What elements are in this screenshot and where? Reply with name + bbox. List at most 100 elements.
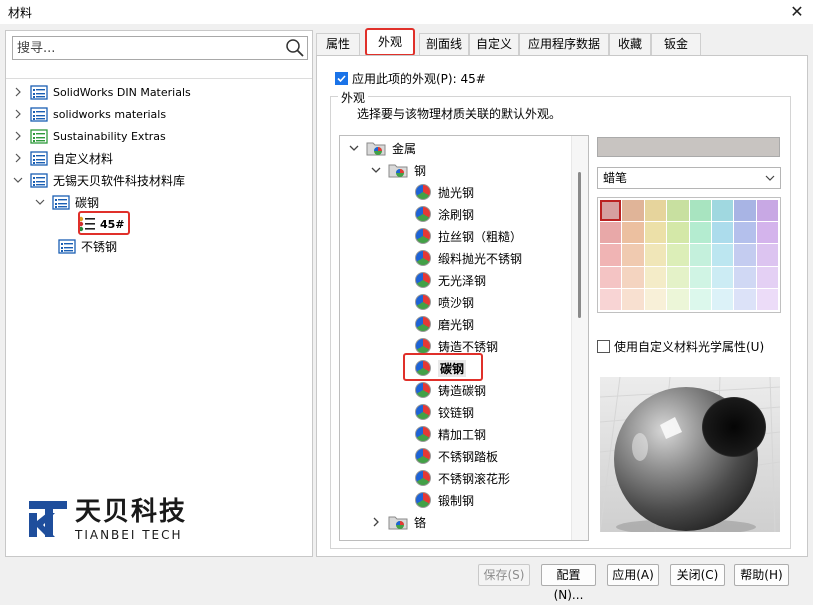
tab-crosshatch[interactable]: 剖面线 xyxy=(419,33,469,55)
tree-item-carbon-steel[interactable]: 碳钢 xyxy=(12,191,308,213)
chevron-down-icon[interactable] xyxy=(12,174,24,186)
color-swatch[interactable] xyxy=(689,244,711,266)
appearance-item[interactable]: 不锈钢踏板 xyxy=(415,445,498,467)
color-swatch[interactable] xyxy=(622,222,644,244)
color-swatch[interactable] xyxy=(622,200,644,222)
color-swatch[interactable] xyxy=(756,244,778,266)
color-swatch[interactable] xyxy=(622,244,644,266)
color-swatch[interactable] xyxy=(756,222,778,244)
color-swatch[interactable] xyxy=(711,244,734,266)
color-swatch[interactable] xyxy=(711,222,734,244)
appearance-item[interactable]: 缎料抛光不锈钢 xyxy=(415,247,522,269)
color-swatch[interactable] xyxy=(667,222,689,244)
appearance-item[interactable]: 铸造不锈钢 xyxy=(415,335,498,357)
color-swatch[interactable] xyxy=(734,244,756,266)
tab-custom[interactable]: 自定义 xyxy=(469,33,519,55)
tree-item-stainless[interactable]: 不锈钢 xyxy=(12,235,308,257)
tab-favorites[interactable]: 收藏 xyxy=(609,33,651,55)
appearance-item[interactable]: 精加工钢 xyxy=(415,423,486,445)
custom-optical-checkbox[interactable] xyxy=(597,340,610,353)
appearance-item-label: 喷沙钢 xyxy=(438,295,475,310)
color-swatch[interactable] xyxy=(644,200,667,222)
scrollbar-thumb[interactable] xyxy=(578,172,581,318)
tab-appearance[interactable]: 外观 xyxy=(365,28,415,56)
color-swatch[interactable] xyxy=(600,288,622,310)
chevron-right-icon[interactable] xyxy=(12,130,24,142)
color-swatch[interactable] xyxy=(711,200,734,222)
color-swatch[interactable] xyxy=(734,222,756,244)
search-icon[interactable] xyxy=(285,38,305,58)
color-swatch[interactable] xyxy=(644,244,667,266)
tab-application-data[interactable]: 应用程序数据 xyxy=(519,33,609,55)
color-swatch[interactable] xyxy=(711,266,734,288)
appearance-item[interactable]: 铸造碳钢 xyxy=(415,379,486,401)
search-input[interactable] xyxy=(15,39,285,57)
appearance-item[interactable]: 不锈钢滚花形 xyxy=(415,467,510,489)
help-button[interactable]: 帮助(H) xyxy=(734,564,789,586)
tree-item-45[interactable]: 45# xyxy=(12,213,308,235)
color-swatch[interactable] xyxy=(600,266,622,288)
color-swatch[interactable] xyxy=(756,200,778,222)
color-swatch[interactable] xyxy=(667,200,689,222)
tree-folder-steel[interactable]: 钢 xyxy=(370,159,426,181)
color-swatch[interactable] xyxy=(756,288,778,310)
color-swatch[interactable] xyxy=(734,288,756,310)
color-swatch[interactable] xyxy=(734,200,756,222)
color-swatch[interactable] xyxy=(622,266,644,288)
color-swatch[interactable] xyxy=(689,222,711,244)
appearance-item-selected[interactable]: 碳钢 xyxy=(415,357,467,379)
appearance-item[interactable]: 拉丝钢（粗糙） xyxy=(415,225,522,247)
save-button[interactable]: 保存(S) xyxy=(478,564,530,586)
chevron-down-icon[interactable] xyxy=(370,164,382,176)
color-swatch[interactable] xyxy=(600,244,622,266)
tab-sheet-metal[interactable]: 钣金 xyxy=(651,33,701,55)
color-swatch[interactable] xyxy=(689,200,711,222)
color-swatch[interactable] xyxy=(644,266,667,288)
apply-appearance-checkbox[interactable] xyxy=(335,72,348,85)
color-swatch[interactable] xyxy=(600,200,622,222)
color-swatch[interactable] xyxy=(622,288,644,310)
color-swatch[interactable] xyxy=(734,266,756,288)
tree-item-custom[interactable]: 自定义材料 xyxy=(12,147,308,169)
chevron-right-icon[interactable] xyxy=(12,152,24,164)
chevron-down-icon[interactable] xyxy=(34,196,46,208)
tree-folder-metal[interactable]: 金属 xyxy=(348,137,416,159)
custom-optical-option[interactable]: 使用自定义材料光学属性(U) xyxy=(597,338,764,355)
apply-button[interactable]: 应用(A) xyxy=(607,564,659,586)
color-swatch[interactable] xyxy=(711,288,734,310)
color-swatch[interactable] xyxy=(667,244,689,266)
apply-appearance-option[interactable]: 应用此项的外观(P): 45# xyxy=(335,70,486,87)
color-swatch[interactable] xyxy=(689,288,711,310)
tree-item-sustainability[interactable]: Sustainability Extras xyxy=(12,125,308,147)
close-icon[interactable]: ✕ xyxy=(786,1,808,23)
appearance-item[interactable]: 铰链钢 xyxy=(415,401,474,423)
color-swatch[interactable] xyxy=(667,266,689,288)
chevron-right-icon[interactable] xyxy=(12,108,24,120)
appearance-item[interactable]: 锻制钢 xyxy=(415,489,474,511)
appearance-item[interactable]: 磨光钢 xyxy=(415,313,474,335)
appearance-item[interactable]: 涂刷钢 xyxy=(415,203,474,225)
color-swatch[interactable] xyxy=(689,266,711,288)
appearance-item[interactable]: 喷沙钢 xyxy=(415,291,474,313)
config-button[interactable]: 配置(N)... xyxy=(541,564,596,602)
color-swatch[interactable] xyxy=(600,222,622,244)
tree-item-din[interactable]: SolidWorks DIN Materials xyxy=(12,81,308,103)
color-swatch[interactable] xyxy=(644,288,667,310)
tab-properties[interactable]: 属性 xyxy=(316,33,360,55)
chevron-right-icon[interactable] xyxy=(370,516,382,528)
close-button[interactable]: 关闭(C) xyxy=(670,564,725,586)
appearance-item[interactable]: 抛光钢 xyxy=(415,181,474,203)
palette-dropdown[interactable]: 蜡笔 xyxy=(597,167,781,189)
appearance-ball-icon xyxy=(415,382,431,398)
color-swatch[interactable] xyxy=(644,222,667,244)
appearance-item[interactable]: 无光泽钢 xyxy=(415,269,486,291)
color-swatch[interactable] xyxy=(756,266,778,288)
tree-scrollbar[interactable] xyxy=(571,136,588,540)
tree-item-solidworks[interactable]: solidworks materials xyxy=(12,103,308,125)
tree-folder-chrome[interactable]: 铬 xyxy=(370,511,426,533)
chevron-down-icon[interactable] xyxy=(348,142,360,154)
tree-item-tianbei[interactable]: 无锡天贝软件科技材料库 xyxy=(12,169,308,191)
chevron-right-icon[interactable] xyxy=(12,86,24,98)
appearance-item-label: 碳钢 xyxy=(438,359,467,377)
color-swatch[interactable] xyxy=(667,288,689,310)
